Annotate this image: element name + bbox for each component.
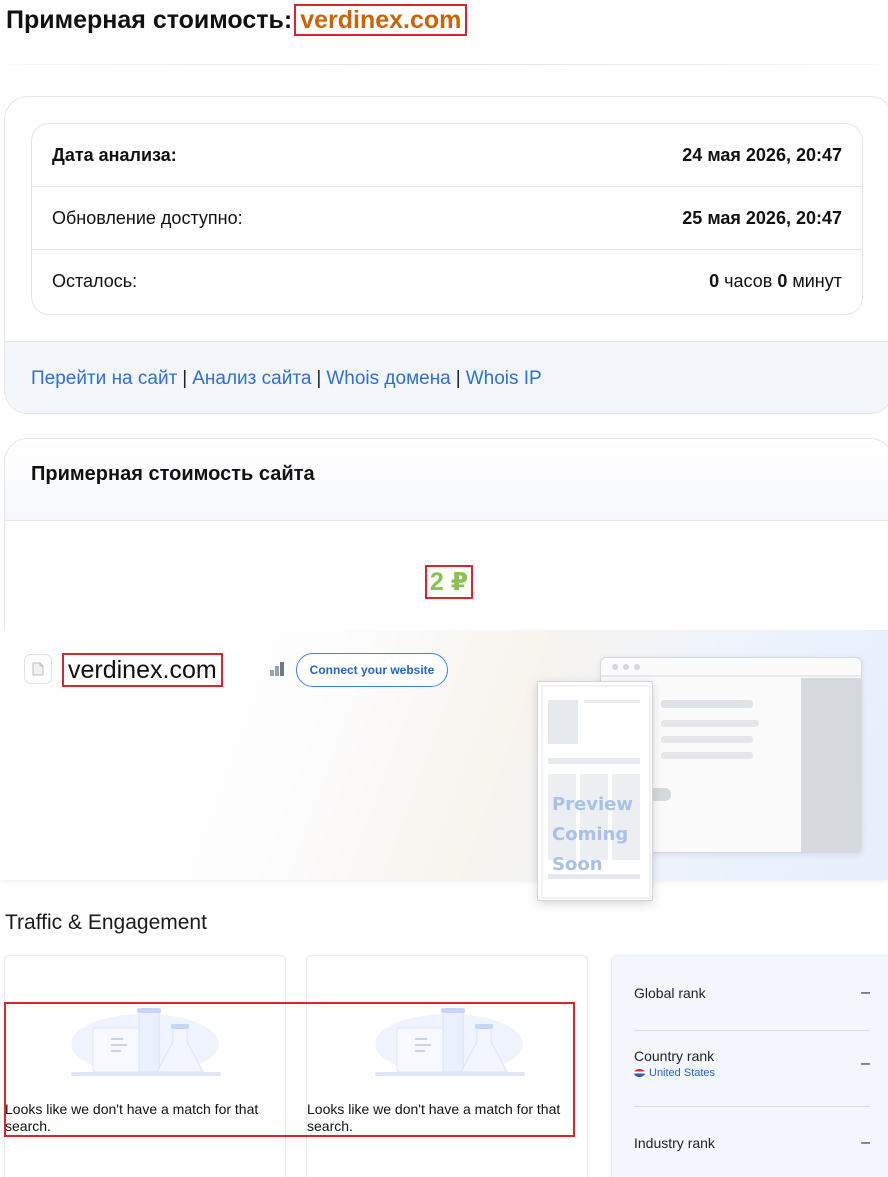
go-to-site-link[interactable]: Перейти на сайт (31, 368, 177, 390)
remaining-label: Осталось: (52, 271, 138, 291)
mobile-preview: Preview Coming Soon (537, 681, 653, 901)
rank-divider (634, 1030, 870, 1031)
industry-rank-value: – (861, 1134, 870, 1151)
link-separator: | (182, 367, 188, 389)
valuation-title: Примерная стоимость сайта (5, 439, 888, 521)
connect-website-button[interactable]: Connect your website (296, 653, 448, 687)
update-available-row: Обновление доступно: 25 мая 2026, 20:47 (32, 187, 862, 250)
traffic-panel-1: Looks like we don't have a match for tha… (4, 955, 286, 1177)
country-rank-label-group: Country rank United States (634, 1048, 715, 1079)
rank-divider (634, 1106, 870, 1107)
link-separator: | (455, 367, 461, 389)
site-links-bar: Перейти на сайт | Анализ сайта | Whois домен… (5, 341, 888, 413)
estimated-price: 2 ₽ (424, 565, 474, 599)
analysis-table: Дата анализа: 24 мая 2026, 20:47 Обновле… (31, 123, 863, 315)
analysis-date-row: Дата анализа: 24 мая 2026, 20:47 (32, 124, 862, 187)
ranks-panel: Global rank – Country rank United States… (611, 955, 888, 1177)
remaining-row: Осталось: 0 часов 0 минут (32, 250, 862, 313)
hours-unit: часов (724, 271, 773, 291)
site-analysis-link[interactable]: Анализ сайта (192, 368, 311, 390)
country-name: United States (649, 1067, 716, 1079)
whois-ip-link[interactable]: Whois IP (466, 368, 542, 390)
country-link[interactable]: United States (634, 1067, 715, 1079)
price-wrap: 2 ₽ (5, 565, 888, 599)
title-divider (6, 64, 882, 65)
country-rank-label: Country rank (634, 1048, 715, 1064)
remaining-hours: 0 (709, 271, 720, 291)
no-data-illustration-icon (369, 1006, 529, 1083)
country-rank-value: – (861, 1054, 870, 1072)
preview-coming-soon-text: Preview Coming Soon (552, 794, 634, 875)
no-data-illustration-icon (65, 1006, 225, 1083)
update-available-label: Обновление доступно: (52, 207, 243, 228)
analysis-date-value: 24 мая 2026, 20:47 (682, 144, 842, 165)
analysis-date-label: Дата анализа: (52, 144, 177, 165)
traffic-panel-2: Looks like we don't have a match for tha… (306, 955, 588, 1177)
minutes-unit: минут (792, 271, 842, 291)
traffic-widget: verdinex.com Connect your website Previe… (0, 630, 888, 1177)
remaining-value: 0 часов 0 минут (709, 271, 842, 292)
whois-domain-link[interactable]: Whois домена (326, 368, 450, 390)
link-separator: | (316, 367, 322, 389)
industry-rank-row: Industry rank – (634, 1134, 870, 1152)
global-rank-value: – (861, 984, 870, 1001)
global-rank-row: Global rank – (634, 984, 870, 1002)
no-match-message: Looks like we don't have a match for tha… (307, 1101, 561, 1134)
traffic-engagement-title: Traffic & Engagement (5, 911, 207, 934)
no-match-message: Looks like we don't have a match for tha… (5, 1101, 259, 1134)
page-title: Примерная стоимость: verdinex.com (6, 4, 468, 36)
widget-domain: verdinex.com (62, 653, 223, 687)
remaining-minutes: 0 (777, 271, 788, 291)
site-favicon-icon (24, 654, 52, 684)
global-rank-label: Global rank (634, 985, 706, 1001)
page-title-prefix: Примерная стоимость: (6, 6, 293, 34)
analysis-card: Дата анализа: 24 мая 2026, 20:47 Обновле… (4, 96, 888, 414)
signal-bars-icon (268, 660, 288, 681)
page-title-domain: verdinex.com (294, 4, 468, 36)
country-rank-row: Country rank United States – (634, 1048, 870, 1079)
us-flag-icon (634, 1069, 645, 1077)
widget-hero: verdinex.com Connect your website Previe… (0, 630, 888, 901)
update-available-value: 25 мая 2026, 20:47 (682, 207, 842, 228)
industry-rank-label: Industry rank (634, 1135, 715, 1151)
